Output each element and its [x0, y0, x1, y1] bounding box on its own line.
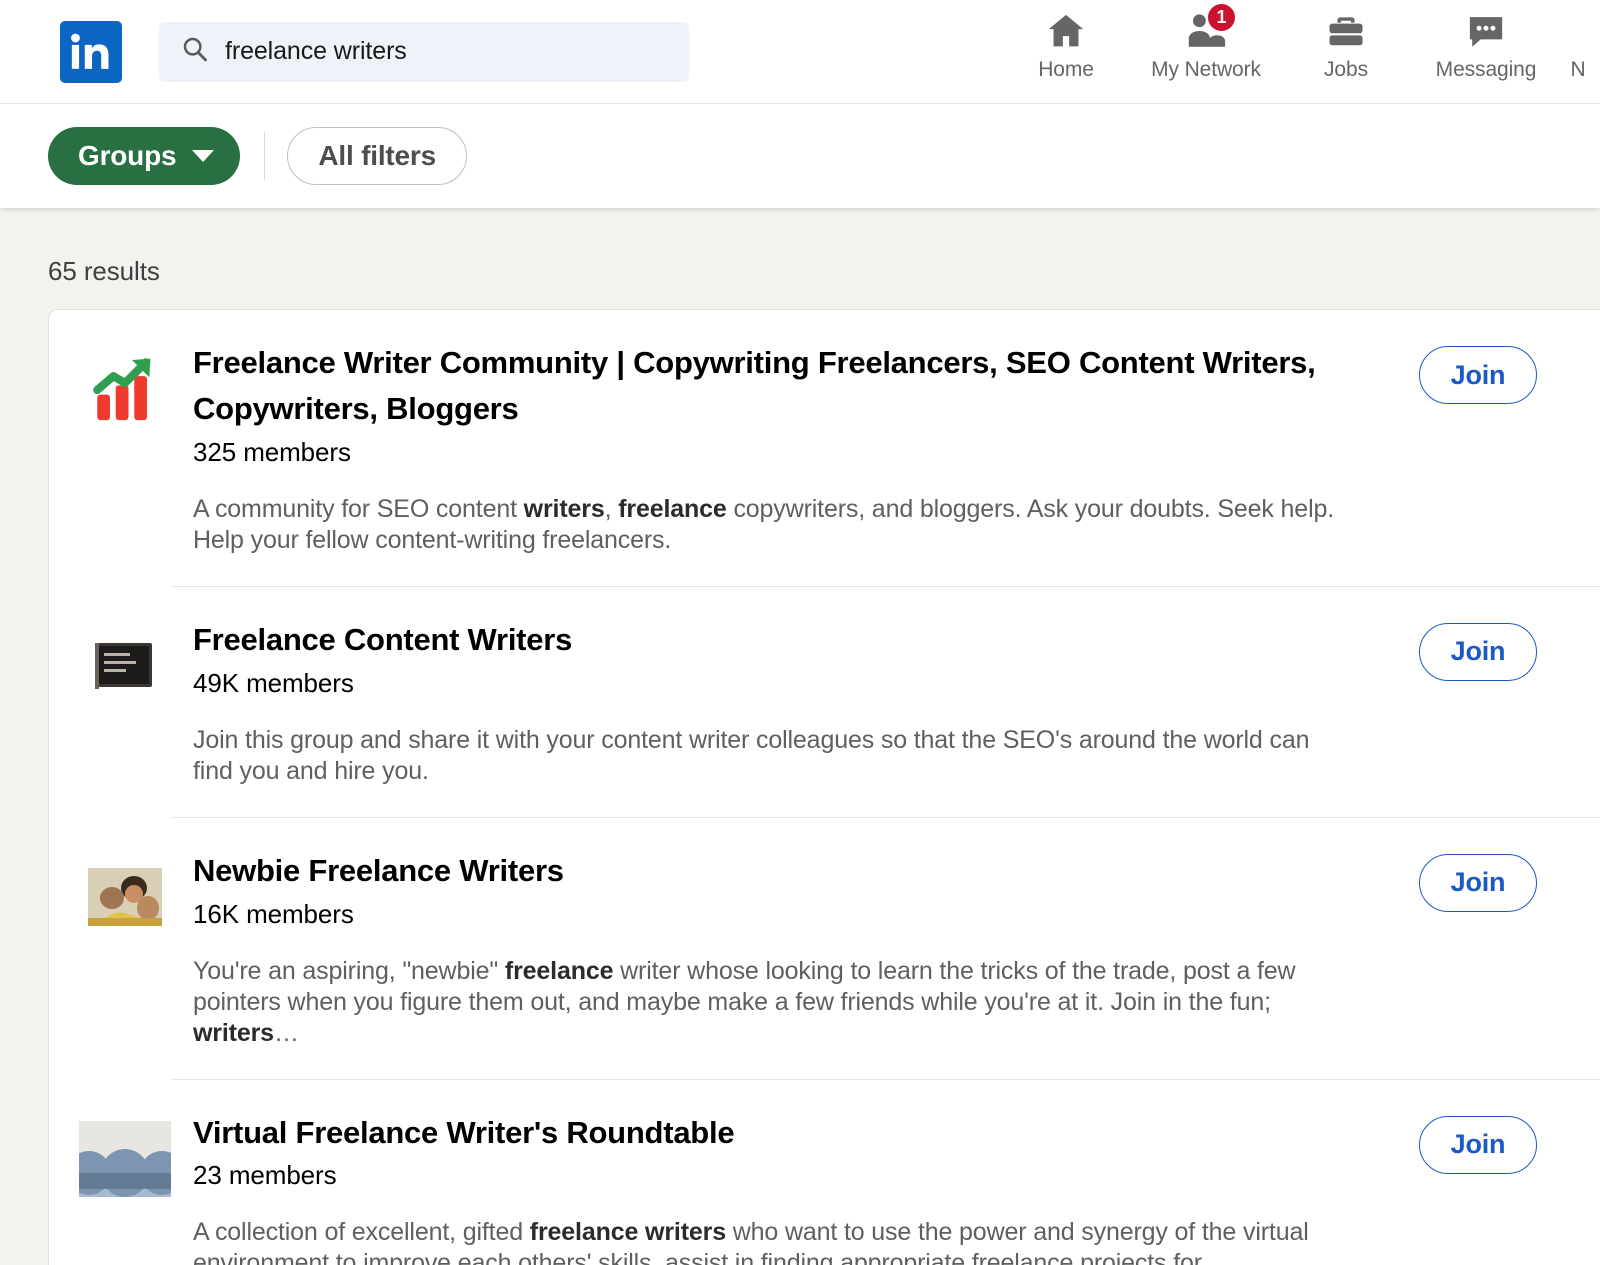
result-member-count: 325 members: [193, 436, 351, 467]
search-box[interactable]: [159, 21, 689, 82]
result-member-count: 16K members: [193, 898, 354, 929]
global-header: Home 1 My Network: [0, 0, 1600, 104]
result-description: A community for SEO content writers, fre…: [193, 494, 1335, 554]
filter-groups-label: Groups: [78, 140, 177, 171]
blue-circles-banner-icon: [79, 1115, 171, 1203]
red-bar-chart-green-arrow-icon: [79, 346, 171, 434]
result-content: Newbie Freelance Writers 16K members You'r…: [171, 816, 1348, 1079]
join-button[interactable]: Join: [1419, 1115, 1537, 1174]
filter-divider: [264, 132, 266, 180]
result-action: Join: [1348, 585, 1600, 817]
nav-label-messaging: Messaging: [1435, 57, 1537, 81]
result-item: Freelance Content Writers 49K members Join…: [49, 585, 1600, 817]
result-item: Virtual Freelance Writer's Roundtable 23 …: [49, 1078, 1600, 1265]
jobs-briefcase-icon: [1324, 8, 1368, 54]
search-icon: [181, 35, 209, 68]
result-thumbnail: [79, 622, 171, 710]
join-button[interactable]: Join: [1419, 346, 1537, 404]
nav-item-notifications[interactable]: N: [1556, 8, 1600, 96]
all-filters-label: All filters: [318, 140, 436, 171]
result-action: Join: [1348, 1078, 1600, 1265]
result-thumbnail: [79, 853, 171, 941]
nav-item-my-network[interactable]: 1 My Network: [1136, 1, 1276, 96]
result-title[interactable]: Freelance Content Writers: [193, 617, 1348, 663]
nav-item-jobs[interactable]: Jobs: [1276, 8, 1416, 96]
messaging-icon: [1463, 8, 1509, 54]
result-item: Newbie Freelance Writers 16K members You'r…: [49, 816, 1600, 1079]
nav-label-my-network: My Network: [1151, 57, 1261, 81]
nav-item-home[interactable]: Home: [996, 8, 1136, 96]
result-item: Freelance Writer Community | Copywriting…: [49, 310, 1600, 586]
all-filters-button[interactable]: All filters: [287, 127, 467, 185]
chevron-down-icon: [192, 150, 215, 162]
result-description: You're an aspiring, "newbie" freelance w…: [193, 956, 1296, 1047]
result-action: Join: [1348, 816, 1600, 1079]
result-title[interactable]: Virtual Freelance Writer's Roundtable: [193, 1110, 1348, 1156]
filter-groups-dropdown[interactable]: Groups: [48, 127, 241, 185]
result-description: A collection of excellent, gifted freela…: [193, 1218, 1309, 1265]
result-member-count: 49K members: [193, 667, 354, 698]
home-icon: [1043, 8, 1089, 54]
results-count: 65 results: [48, 256, 160, 286]
search-input[interactable]: [225, 37, 673, 66]
results-area: 65 results Freelance Writer Community | …: [0, 208, 1600, 1265]
nav-label-home: Home: [1038, 57, 1094, 81]
results-list: Freelance Writer Community | Copywriting…: [48, 309, 1600, 1265]
warm-tone-photo-icon: [79, 853, 171, 941]
linkedin-logo[interactable]: [60, 20, 122, 83]
result-title[interactable]: Freelance Writer Community | Copywriting…: [193, 340, 1348, 432]
result-content: Virtual Freelance Writer's Roundtable 23 …: [171, 1078, 1348, 1265]
result-thumbnail: [79, 1115, 171, 1203]
join-button[interactable]: Join: [1419, 622, 1537, 681]
result-title[interactable]: Newbie Freelance Writers: [193, 848, 1348, 894]
my-network-icon: 1: [1182, 1, 1237, 54]
result-member-count: 23 members: [193, 1160, 337, 1191]
result-content: Freelance Writer Community | Copywriting…: [171, 310, 1348, 586]
nav-label-jobs: Jobs: [1324, 57, 1368, 81]
result-description: Join this group and share it with your c…: [193, 725, 1310, 785]
result-action: Join: [1348, 310, 1600, 586]
nav-label-notifications: N: [1570, 57, 1586, 81]
join-button[interactable]: Join: [1419, 853, 1537, 912]
result-thumbnail: [79, 346, 171, 434]
my-network-badge: 1: [1206, 1, 1237, 33]
dark-chalkboard-sign-icon: [79, 622, 171, 710]
filter-bar: Groups All filters: [0, 104, 1600, 208]
primary-navigation: Home 1 My Network Jobs Messaging N: [996, 0, 1600, 104]
nav-item-messaging[interactable]: Messaging: [1416, 8, 1556, 96]
result-content: Freelance Content Writers 49K members Join…: [171, 585, 1348, 817]
